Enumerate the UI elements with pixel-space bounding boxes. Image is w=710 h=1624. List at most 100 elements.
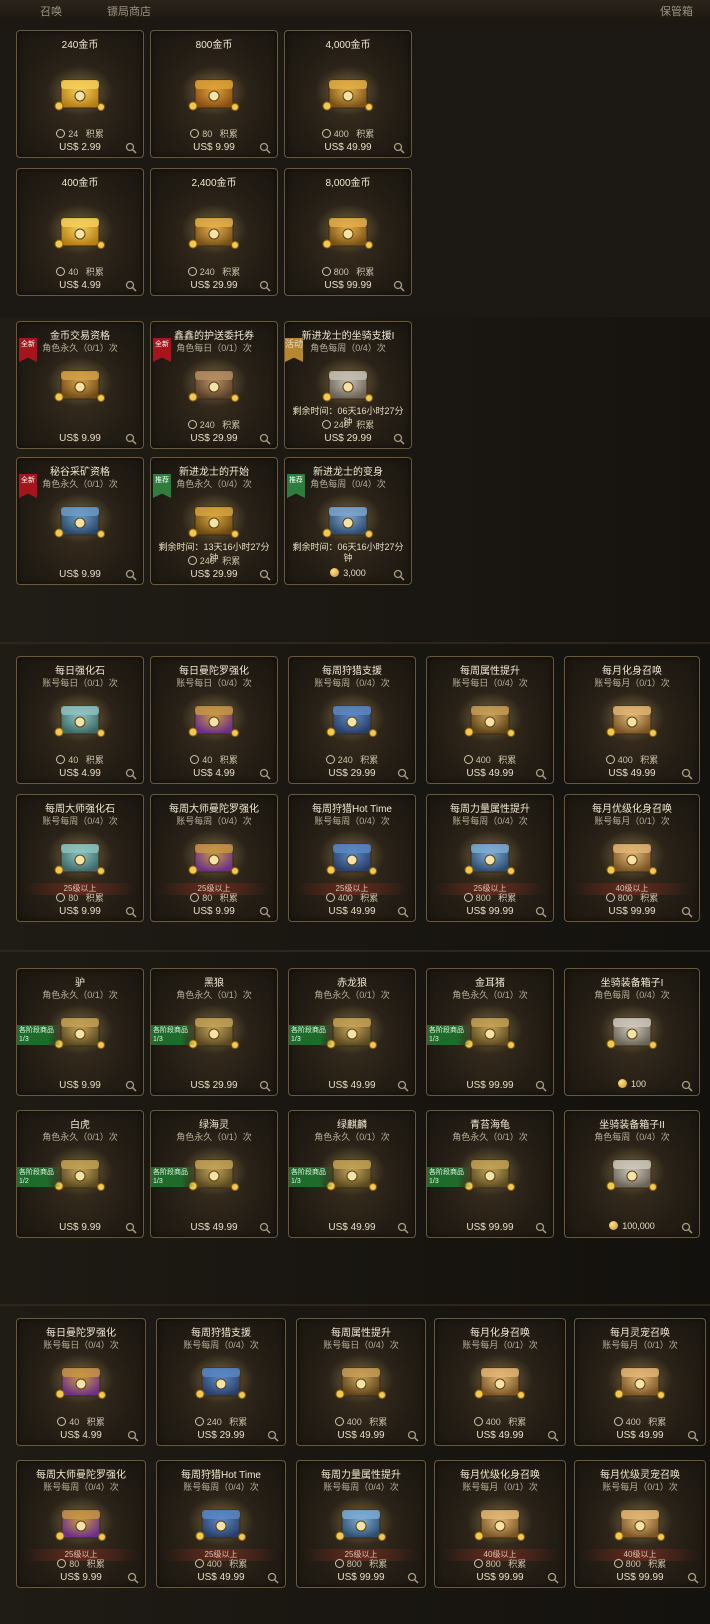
product-card[interactable]: 每月优级灵宠召唤 账号每月（0/1）次 40级以上 800 积累 US$ 99.99 — [574, 1460, 706, 1588]
product-card[interactable]: 每周大师强化石 账号每周（0/4）次 25级以上 80 积累 US$ 9.99 — [16, 794, 144, 922]
magnifier-icon[interactable] — [259, 568, 271, 581]
magnifier-icon[interactable] — [125, 432, 137, 445]
product-card[interactable]: 白虎 角色永久（0/1）次 各阶段商品 1/2 US$ 9.99 — [16, 1110, 144, 1238]
points-row: 400 积累 — [435, 1415, 565, 1428]
product-card[interactable]: 每月化身召唤 账号每月（0/1）次 400 积累 US$ 49.99 — [434, 1318, 566, 1446]
magnifier-icon[interactable] — [407, 1429, 419, 1442]
magnifier-icon[interactable] — [125, 568, 137, 581]
magnifier-icon[interactable] — [127, 1571, 139, 1584]
product-card[interactable]: 每月优级化身召唤 账号每月（0/1）次 40级以上 800 积累 US$ 99.99 — [564, 794, 700, 922]
product-card[interactable]: 每周狩猎Hot Time 账号每周（0/4）次 25级以上 400 积累 US$ 49… — [288, 794, 416, 922]
product-card[interactable]: 8,000金币 800 积累 US$ 99.99 — [284, 168, 412, 296]
points-row: 40 积累 — [17, 1415, 145, 1428]
product-card[interactable]: 绿海灵 角色永久（0/1）次 各阶段商品 1/3 US$ 49.99 — [150, 1110, 278, 1238]
product-card[interactable]: 每周大师曼陀罗强化 账号每周（0/4）次 25级以上 80 积累 US$ 9.99 — [16, 1460, 146, 1588]
product-card[interactable]: 每周属性提升 账号每日（0/4）次 400 积累 US$ 49.99 — [426, 656, 554, 784]
magnifier-icon[interactable] — [259, 432, 271, 445]
magnifier-icon[interactable] — [547, 1571, 559, 1584]
product-card[interactable]: 每周狩猎支援 账号每周（0/4）次 240 积累 US$ 29.99 — [156, 1318, 286, 1446]
product-card[interactable]: 新进龙士的变身 角色每周（0/4）次 推荐 剩余时间：06天16小时27分钟 3,00… — [284, 457, 412, 585]
magnifier-icon[interactable] — [259, 767, 271, 780]
points-value: 800 — [333, 267, 349, 277]
product-card[interactable]: 每月化身召唤 账号每月（0/1）次 400 积累 US$ 49.99 — [564, 656, 700, 784]
magnifier-icon[interactable] — [535, 767, 547, 780]
product-card[interactable]: 黑狼 角色永久（0/1）次 各阶段商品 1/3 US$ 29.99 — [150, 968, 278, 1096]
magnifier-icon[interactable] — [687, 1429, 699, 1442]
magnifier-icon[interactable] — [535, 1079, 547, 1092]
product-card[interactable]: 坐骑装备箱子I 角色每周（0/4）次 100 — [564, 968, 700, 1096]
tab-summon[interactable]: 召唤 — [40, 3, 62, 19]
storage-button[interactable]: 保管箱 — [660, 3, 693, 19]
product-card[interactable]: 2,400金币 240 积累 US$ 29.99 — [150, 168, 278, 296]
magnifier-icon[interactable] — [393, 141, 405, 154]
product-card[interactable]: 4,000金币 400 积累 US$ 49.99 — [284, 30, 412, 158]
product-card[interactable]: 每月灵宠召唤 账号每月（0/1）次 400 积累 US$ 49.99 — [574, 1318, 706, 1446]
product-card[interactable]: 绿麒麟 角色永久（0/1）次 各阶段商品 1/3 US$ 49.99 — [288, 1110, 416, 1238]
magnifier-icon[interactable] — [267, 1571, 279, 1584]
product-card[interactable]: 每周狩猎支援 账号每周（0/4）次 240 积累 US$ 29.99 — [288, 656, 416, 784]
magnifier-icon[interactable] — [125, 1221, 137, 1234]
product-card[interactable]: 每日强化石 账号每日（0/1）次 40 积累 US$ 4.99 — [16, 656, 144, 784]
magnifier-icon[interactable] — [259, 1221, 271, 1234]
magnifier-icon[interactable] — [687, 1571, 699, 1584]
magnifier-icon[interactable] — [393, 568, 405, 581]
product-title: 黑狼 — [204, 978, 224, 989]
magnifier-icon[interactable] — [267, 1429, 279, 1442]
product-card[interactable]: 赤龙狼 角色永久（0/1）次 各阶段商品 1/3 US$ 49.99 — [288, 968, 416, 1096]
product-title: 每月优级化身召唤 — [460, 1470, 540, 1481]
purple-lantern-icon — [48, 1496, 114, 1546]
product-card[interactable]: 每周力量属性提升 账号每周（0/4）次 25级以上 800 积累 US$ 99.99 — [296, 1460, 426, 1588]
magnifier-icon[interactable] — [397, 1221, 409, 1234]
magnifier-icon[interactable] — [259, 141, 271, 154]
magnifier-icon[interactable] — [125, 1079, 137, 1092]
product-card[interactable]: 每周大师曼陀罗强化 账号每周（0/4）次 25级以上 80 积累 US$ 9.99 — [150, 794, 278, 922]
product-card[interactable]: 800金币 80 积累 US$ 9.99 — [150, 30, 278, 158]
magnifier-icon[interactable] — [259, 905, 271, 918]
grade-label: 各阶段商品 1/3 — [427, 1167, 471, 1187]
magnifier-icon[interactable] — [397, 905, 409, 918]
product-card[interactable]: 每月优级化身召唤 账号每月（0/1）次 40级以上 800 积累 US$ 99.99 — [434, 1460, 566, 1588]
product-title: 赤龙狼 — [337, 978, 367, 989]
magnifier-icon[interactable] — [397, 767, 409, 780]
magnifier-icon[interactable] — [681, 905, 693, 918]
purchase-limit: 角色永久（0/1）次 — [314, 990, 390, 1000]
product-card[interactable]: 青苔海龟 角色永久（0/1）次 各阶段商品 1/3 US$ 99.99 — [426, 1110, 554, 1238]
magnifier-icon[interactable] — [125, 141, 137, 154]
product-card[interactable]: 每周狩猎Hot Time 账号每周（0/4）次 25级以上 400 积累 US$ 49… — [156, 1460, 286, 1588]
price-label: US$ 49.99 — [197, 1572, 245, 1583]
magnifier-icon[interactable] — [681, 1221, 693, 1234]
product-card[interactable]: 新进龙士的坐骑支援I 角色每周（0/4）次 活动 剩余时间：06天16小时27分钟 2… — [284, 321, 412, 449]
product-card[interactable]: 400金币 40 积累 US$ 4.99 — [16, 168, 144, 296]
points-label: 积累 — [508, 1417, 527, 1427]
product-card[interactable]: 每周属性提升 账号每日（0/4）次 400 积累 US$ 49.99 — [296, 1318, 426, 1446]
product-title: 每月化身召唤 — [470, 1328, 530, 1339]
magnifier-icon[interactable] — [547, 1429, 559, 1442]
gold-value: 100 — [630, 1079, 647, 1089]
product-card[interactable]: 每日曼陀罗强化 账号每日（0/4）次 40 积累 US$ 4.99 — [150, 656, 278, 784]
product-card[interactable]: 金耳猪 角色永久（0/1）次 各阶段商品 1/3 US$ 99.99 — [426, 968, 554, 1096]
magnifier-icon[interactable] — [127, 1429, 139, 1442]
product-card[interactable]: 每周力量属性提升 账号每周（0/4）次 25级以上 800 积累 US$ 99.99 — [426, 794, 554, 922]
magnifier-icon[interactable] — [259, 1079, 271, 1092]
magnifier-icon[interactable] — [397, 1079, 409, 1092]
product-card[interactable]: 每日曼陀罗强化 账号每日（0/4）次 40 积累 US$ 4.99 — [16, 1318, 146, 1446]
magnifier-icon[interactable] — [681, 767, 693, 780]
magnifier-icon[interactable] — [535, 905, 547, 918]
magnifier-icon[interactable] — [393, 279, 405, 292]
magnifier-icon[interactable] — [535, 1221, 547, 1234]
product-card[interactable]: 金币交易资格 角色永久（0/1）次 全新 US$ 9.99 — [16, 321, 144, 449]
magnifier-icon[interactable] — [681, 1079, 693, 1092]
product-card[interactable]: 240金币 24 积累 US$ 2.99 — [16, 30, 144, 158]
product-card[interactable]: 秘谷采矿资格 角色永久（0/1）次 全新 US$ 9.99 — [16, 457, 144, 585]
magnifier-icon[interactable] — [393, 432, 405, 445]
product-card[interactable]: 坐骑装备箱子II 角色每周（0/4）次 100,000 — [564, 1110, 700, 1238]
product-card[interactable]: 驴角色永久（0/1）次 各阶段商品 1/3 US$ 9.99 — [16, 968, 144, 1096]
magnifier-icon[interactable] — [125, 905, 137, 918]
magnifier-icon[interactable] — [125, 767, 137, 780]
product-card[interactable]: 鑫鑫的护送委托券 角色每日（0/1）次 全新 240 积累 US$ 29.99 — [150, 321, 278, 449]
tab-escort-shop[interactable]: 镖局商店 — [107, 3, 151, 19]
product-card[interactable]: 新进龙士的开始 角色永久（0/4）次 推荐 剩余时间：13天16小时27分钟 240 … — [150, 457, 278, 585]
magnifier-icon[interactable] — [259, 279, 271, 292]
magnifier-icon[interactable] — [407, 1571, 419, 1584]
magnifier-icon[interactable] — [125, 279, 137, 292]
